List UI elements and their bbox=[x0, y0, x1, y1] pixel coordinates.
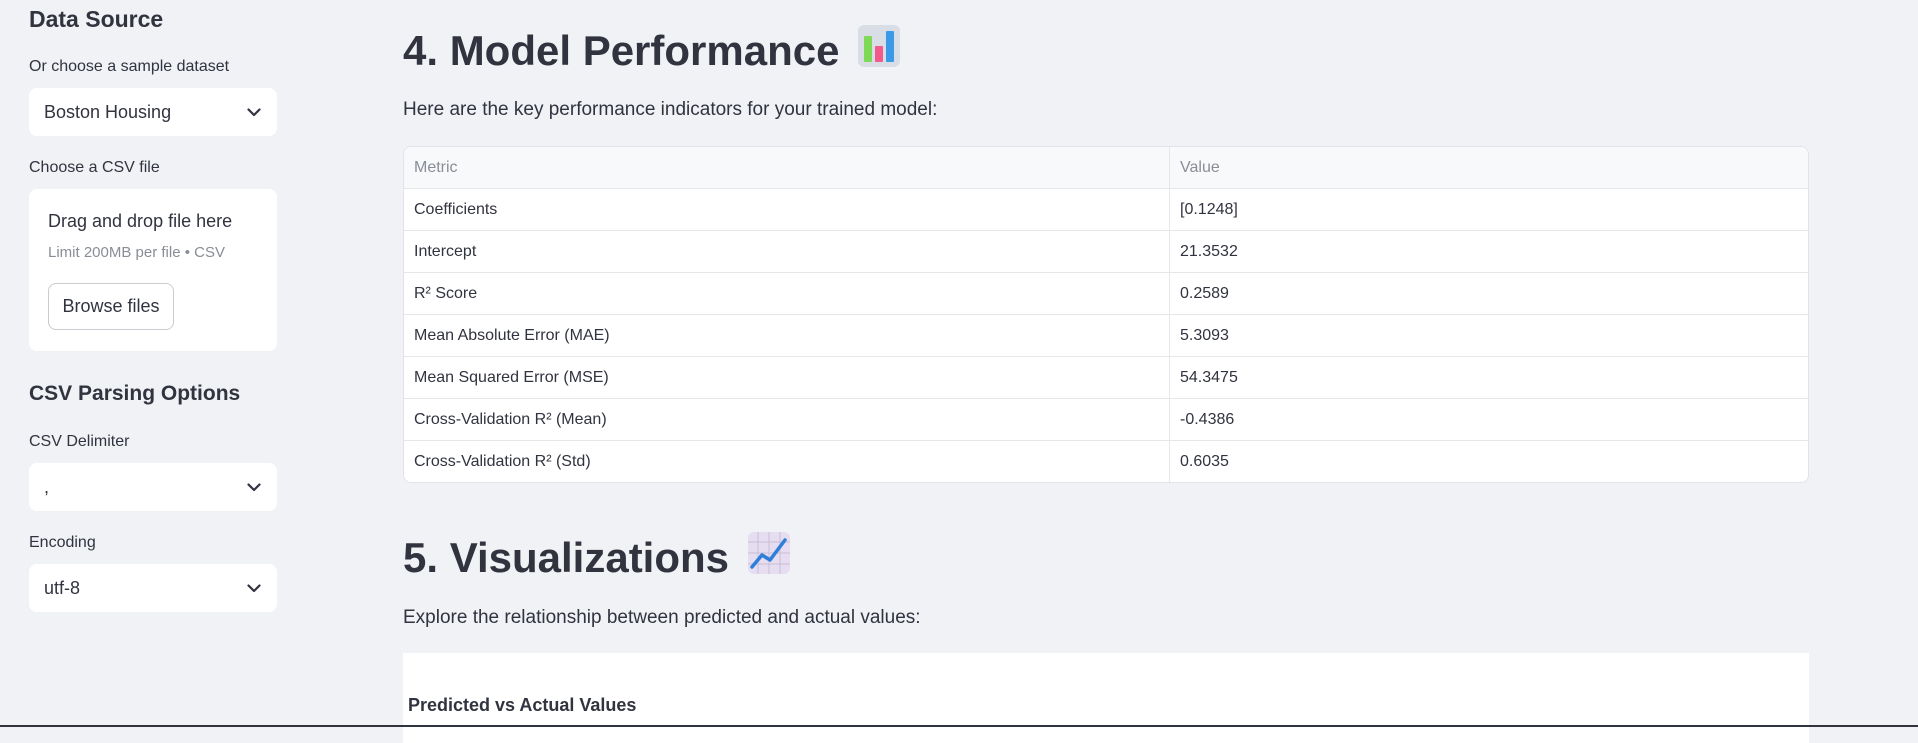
section5-title: 5. Visualizations bbox=[403, 534, 730, 581]
chart-card: Predicted vs Actual Values bbox=[403, 653, 1809, 743]
value-cell: 0.6035 bbox=[1180, 453, 1229, 470]
table-row: Intercept 21.3532 bbox=[404, 231, 1808, 273]
chevron-down-icon bbox=[246, 580, 262, 596]
section4-title: 4. Model Performance bbox=[403, 27, 840, 74]
line-chart-emoji-icon bbox=[747, 531, 791, 585]
table-header-value: Value bbox=[1180, 158, 1220, 176]
table-row: Coefficients [0.1248] bbox=[404, 189, 1808, 231]
csv-delimiter-label: CSV Delimiter bbox=[29, 433, 130, 450]
file-uploader-dropzone[interactable]: Drag and drop file here Limit 200MB per … bbox=[29, 189, 277, 351]
encoding-label: Encoding bbox=[29, 534, 96, 551]
metric-cell: Mean Squared Error (MSE) bbox=[404, 357, 1170, 398]
csv-parsing-heading: CSV Parsing Options bbox=[29, 382, 241, 405]
section4-intro: Here are the key performance indicators … bbox=[403, 99, 938, 120]
uploader-limit: Limit 200MB per file • CSV bbox=[48, 244, 225, 261]
value-cell: 5.3093 bbox=[1180, 326, 1229, 344]
metric-cell: Coefficients bbox=[404, 189, 1170, 230]
table-header-row: Metric Value bbox=[404, 147, 1808, 189]
encoding-select[interactable]: utf-8 bbox=[29, 564, 277, 612]
encoding-value: utf-8 bbox=[44, 577, 81, 598]
section5-intro: Explore the relationship between predict… bbox=[403, 607, 921, 628]
metric-cell: Cross-Validation R² (Mean) bbox=[404, 399, 1170, 440]
table-header-metric: Metric bbox=[404, 147, 1170, 188]
csv-delimiter-value: , bbox=[44, 476, 50, 497]
table-row: Cross-Validation R² (Std) 0.6035 bbox=[404, 441, 1808, 482]
metrics-table: Metric Value Coefficients [0.1248] Inter… bbox=[403, 146, 1809, 483]
metric-cell: Intercept bbox=[404, 231, 1170, 272]
browse-files-button[interactable]: Browse files bbox=[48, 283, 174, 330]
table-row: Cross-Validation R² (Mean) -0.4386 bbox=[404, 399, 1808, 441]
main-content: 4. Model Performance Here are the key pe… bbox=[403, 0, 1809, 743]
chevron-down-icon bbox=[246, 479, 262, 495]
table-row: Mean Absolute Error (MAE) 5.3093 bbox=[404, 315, 1808, 357]
csv-delimiter-select[interactable]: , bbox=[29, 463, 277, 511]
sample-dataset-value: Boston Housing bbox=[44, 101, 172, 122]
value-cell: [0.1248] bbox=[1180, 200, 1238, 218]
value-cell: 54.3475 bbox=[1180, 368, 1238, 386]
value-cell: 0.2589 bbox=[1180, 284, 1229, 302]
csv-file-label: Choose a CSV file bbox=[29, 159, 160, 176]
value-cell: 21.3532 bbox=[1180, 242, 1238, 260]
data-source-heading: Data Source bbox=[29, 6, 164, 32]
table-row: Mean Squared Error (MSE) 54.3475 bbox=[404, 357, 1808, 399]
section-model-performance: 4. Model Performance bbox=[403, 24, 901, 78]
sidebar: Data Source Or choose a sample dataset B… bbox=[0, 0, 300, 727]
table-row: R² Score 0.2589 bbox=[404, 273, 1808, 315]
metric-cell: R² Score bbox=[404, 273, 1170, 314]
metric-cell: Cross-Validation R² (Std) bbox=[404, 441, 1170, 482]
section-visualizations: 5. Visualizations bbox=[403, 531, 791, 585]
sample-dataset-label: Or choose a sample dataset bbox=[29, 58, 230, 75]
chart-title: Predicted vs Actual Values bbox=[408, 695, 637, 715]
chevron-down-icon bbox=[246, 104, 262, 120]
sample-dataset-select[interactable]: Boston Housing bbox=[29, 88, 277, 136]
bar-chart-emoji-icon bbox=[857, 24, 901, 78]
metric-cell: Mean Absolute Error (MAE) bbox=[404, 315, 1170, 356]
uploader-title: Drag and drop file here bbox=[48, 211, 233, 231]
value-cell: -0.4386 bbox=[1180, 410, 1235, 428]
